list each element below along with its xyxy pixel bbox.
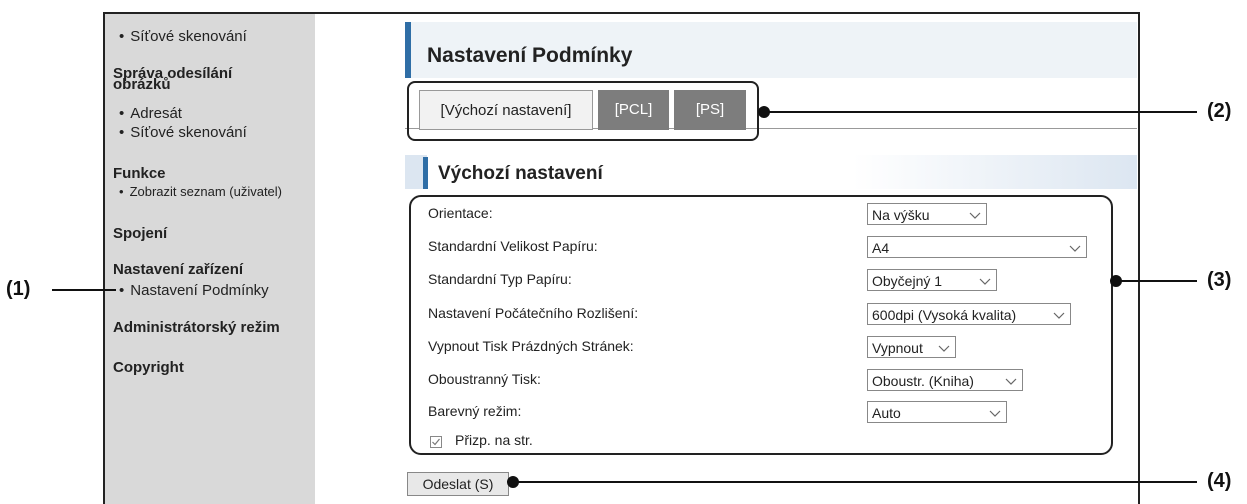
callout-leaders (52, 106, 1197, 488)
callout-label-4: (4) (1207, 470, 1232, 492)
callout-label-1: (1) (6, 278, 31, 300)
callout-label-3: (3) (1207, 269, 1232, 291)
callout-label-2: (2) (1207, 100, 1232, 122)
